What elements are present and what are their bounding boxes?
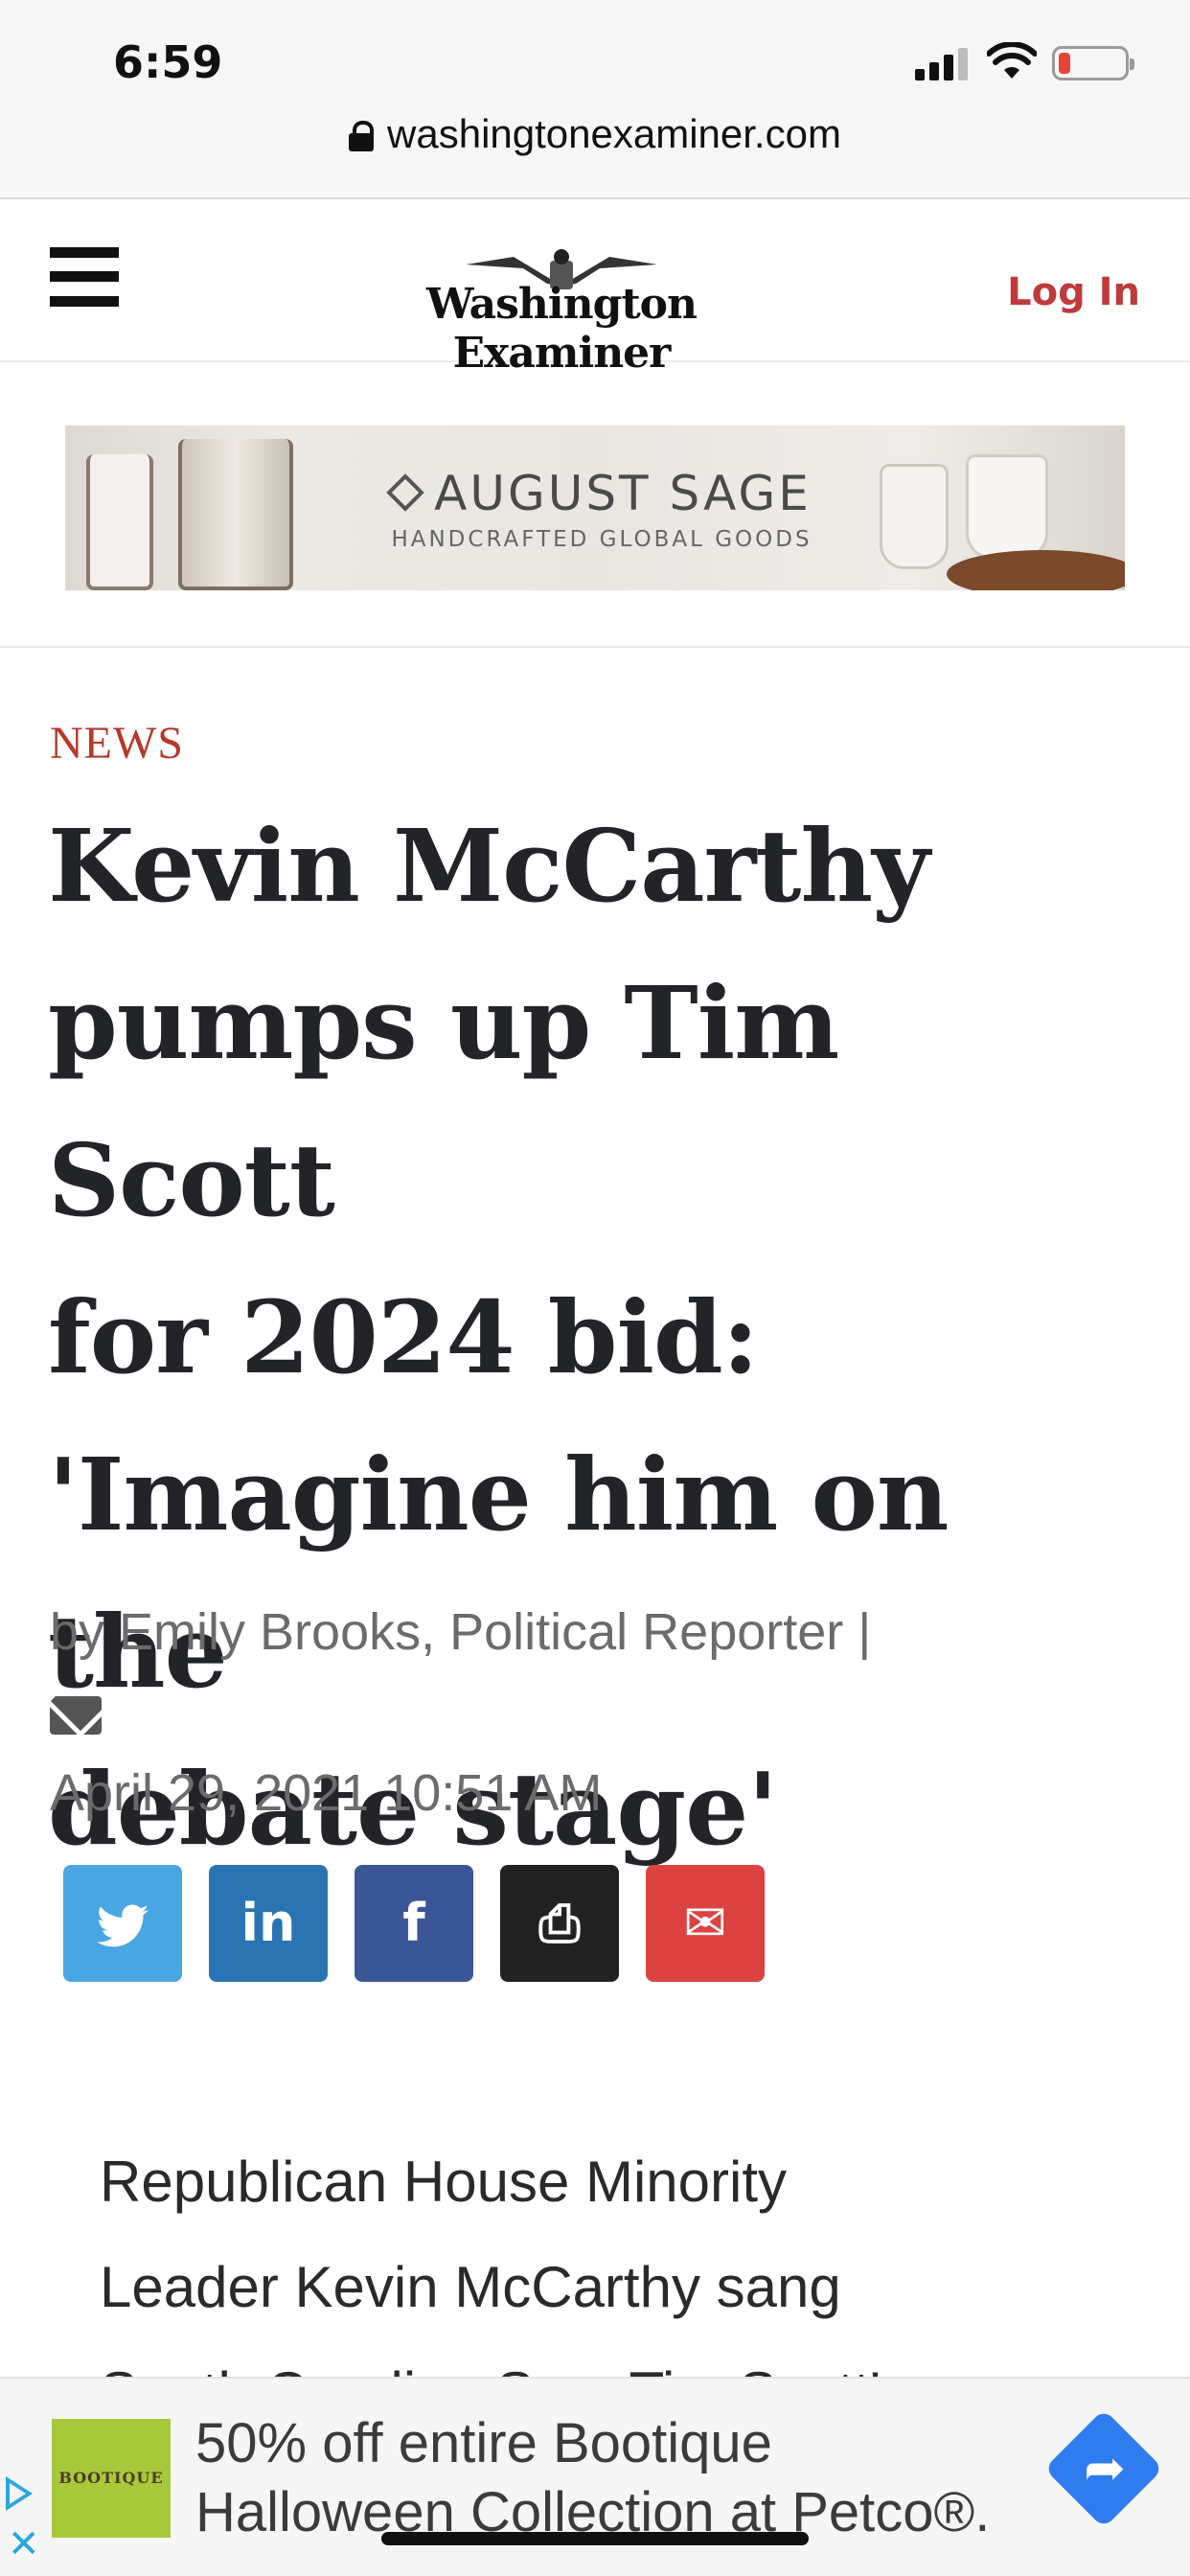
vase-image [178,439,293,590]
logo-wordmark: Washington Examiner [426,280,698,378]
headline-line: for 2024 bid: [48,1278,759,1396]
article-date: April 29, 2021 10:51 AM [50,1764,603,1822]
login-link[interactable]: Log In [1007,270,1140,314]
article-headline: Kevin McCarthy pumps up Tim Scott for 20… [48,788,1140,1888]
ad-copy-line: 50% off entire Bootique [195,2412,772,2474]
url-text: washingtonexaminer.com [387,111,841,156]
body-line: Leader Kevin McCarthy sang [100,2255,841,2319]
status-time: 6:59 [113,36,223,88]
status-bar: 6:59 washingtonexaminer.com [0,0,1190,199]
wood-slice-image [947,550,1125,590]
facebook-icon: f [402,1893,425,1953]
headline-line: pumps up Tim Scott [48,964,839,1239]
print-button[interactable]: ⎙ [500,1865,619,1982]
bottom-ad-banner[interactable]: ✕ BOOTIQUE 50% off entire Bootique Hallo… [0,2377,1190,2576]
wifi-icon [987,42,1037,79]
address-bar[interactable]: washingtonexaminer.com [0,111,1190,169]
close-icon[interactable]: ✕ [8,2522,40,2566]
home-indicator[interactable] [381,2532,809,2545]
august-sage-ad-banner[interactable]: AUGUST SAGE HANDCRAFTED GLOBAL GOODS [65,426,1125,590]
twitter-share-button[interactable] [63,1865,182,1982]
author-email-icon[interactable] [50,1696,102,1735]
arrow-right-icon: ➦ [1084,2440,1126,2497]
ad-brand-title: AUGUST SAGE [353,466,851,521]
lock-icon [349,121,375,151]
cellular-signal-icon [915,48,969,80]
section-label[interactable]: NEWS [50,717,184,770]
headline-line: Kevin McCarthy [48,807,930,925]
headline-line: 'Imagine him on the [48,1436,949,1711]
diamond-logo-icon [386,473,424,512]
battery-icon [1052,46,1134,80]
bootique-logo: BOOTIQUE [52,2419,171,2538]
ad-brand-subtitle: HANDCRAFTED GLOBAL GOODS [391,527,812,552]
site-logo[interactable]: Washington Examiner [312,247,811,378]
linkedin-icon: in [240,1893,296,1953]
body-line: Republican House Minority [100,2150,788,2214]
linkedin-share-button[interactable]: in [209,1865,328,1982]
top-ad-slot: AUGUST SAGE HANDCRAFTED GLOBAL GOODS [0,364,1190,648]
adchoices-icon[interactable] [6,2476,33,2511]
ad-copy: 50% off entire Bootique Halloween Collec… [195,2409,1000,2547]
email-icon: ✉ [683,1893,727,1953]
menu-icon[interactable] [50,247,119,307]
article-byline[interactable]: by Emily Brooks, Political Reporter | [50,1602,871,1662]
pitcher-image [966,454,1048,560]
vase-image [86,454,153,590]
print-icon: ⎙ [538,1893,581,1953]
facebook-share-button[interactable]: f [355,1865,473,1982]
twitter-icon [63,1865,182,1982]
email-share-button[interactable]: ✉ [646,1865,765,1982]
pitcher-image [880,464,949,569]
site-header: Washington Examiner Log In [0,199,1190,378]
